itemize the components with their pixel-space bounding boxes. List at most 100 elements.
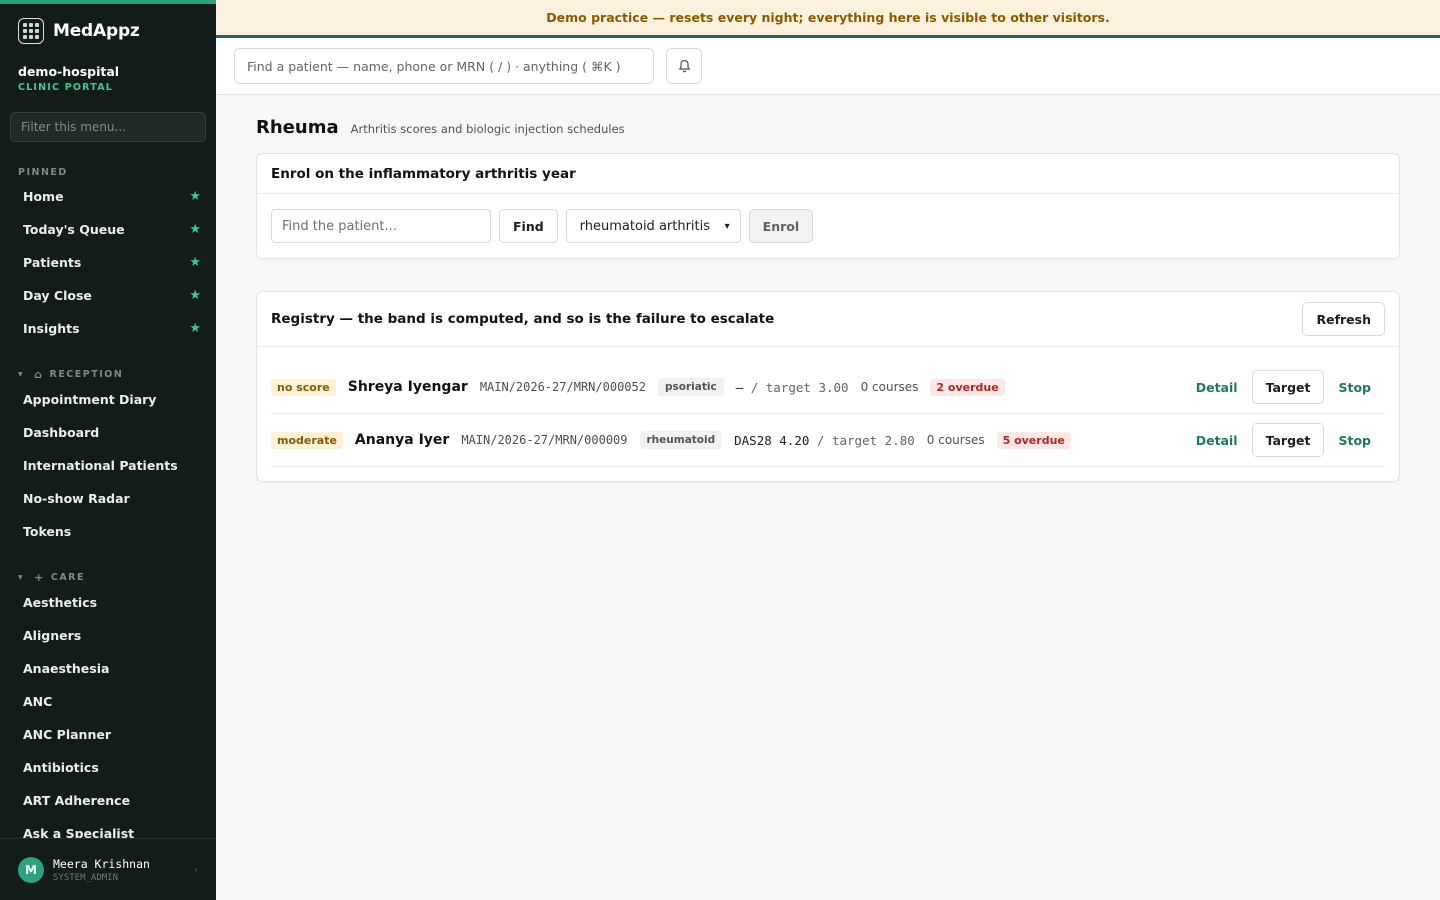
sidebar-item-label: Insights xyxy=(23,321,80,336)
stop-link[interactable]: Stop xyxy=(1324,380,1385,395)
row-actions: Detail Target Stop xyxy=(1182,423,1385,457)
pinned-list: Home ★ Today's Queue ★ Patients ★ Day Cl… xyxy=(0,180,216,345)
reception-list: Appointment Diary Dashboard Internationa… xyxy=(0,383,216,548)
band-badge: moderate xyxy=(271,431,343,449)
star-icon[interactable]: ★ xyxy=(189,288,201,303)
sidebar-item-label: Appointment Diary xyxy=(23,392,157,407)
star-icon[interactable]: ★ xyxy=(189,255,201,270)
sidebar-item-label: Home xyxy=(23,189,64,204)
sidebar-item-label: ART Adherence xyxy=(23,793,131,808)
table-row: no score Shreya Iyengar MAIN/2026-27/MRN… xyxy=(271,361,1385,414)
sidebar: MedAppz demo-hospital CLINIC PORTAL Filt… xyxy=(0,0,216,900)
bell-icon xyxy=(678,59,690,73)
tenant: demo-hospital CLINIC PORTAL xyxy=(0,58,216,93)
plus-icon: + xyxy=(34,571,45,584)
current-score: DAS28 4.20 xyxy=(734,432,810,448)
sidebar-item-aligners[interactable]: Aligners xyxy=(0,619,216,652)
home-icon: ⌂ xyxy=(34,368,44,381)
sidebar-item-label: Day Close xyxy=(23,288,92,303)
menu-filter-placeholder: Filter this menu... xyxy=(21,120,126,134)
page-subtitle: Arthritis scores and biologic injection … xyxy=(350,122,625,136)
sidebar-item-label: ANC xyxy=(23,694,53,709)
page-header: Rheuma Arthritis scores and biologic inj… xyxy=(256,117,1400,138)
chevron-down-icon: ▾ xyxy=(724,220,730,232)
avatar: M xyxy=(18,856,44,883)
user-name: Meera Krishnan xyxy=(53,856,150,871)
target-score: / target 2.80 xyxy=(816,432,915,448)
current-score: — xyxy=(735,379,744,395)
condition-select[interactable]: rheumatoid arthritis ▾ xyxy=(565,209,741,243)
patient-mrn: MAIN/2026-27/MRN/000009 xyxy=(461,433,628,447)
app-logo-icon xyxy=(18,18,44,44)
notifications-button[interactable] xyxy=(666,48,702,84)
detail-link[interactable]: Detail xyxy=(1182,433,1252,448)
star-icon[interactable]: ★ xyxy=(189,321,201,336)
chevron-down-icon: ▼ xyxy=(18,574,25,581)
sidebar-item-no-show-radar[interactable]: No-show Radar xyxy=(0,482,216,515)
arthritis-type-chip: rheumatoid xyxy=(639,431,723,449)
enrol-form: Find the patient... Find rheumatoid arth… xyxy=(257,194,1399,258)
star-icon[interactable]: ★ xyxy=(189,189,201,204)
menu-filter-input[interactable]: Filter this menu... xyxy=(10,112,206,142)
sidebar-item-tokens[interactable]: Tokens xyxy=(0,515,216,548)
sidebar-item-label: International Patients xyxy=(23,458,178,473)
condition-selected-value: rheumatoid arthritis xyxy=(579,218,711,234)
enrol-button[interactable]: Enrol xyxy=(748,209,814,243)
tenant-subtitle: CLINIC PORTAL xyxy=(18,82,114,93)
care-section-toggle[interactable]: ▼ + CARE xyxy=(0,571,216,584)
pinned-section-label: PINNED xyxy=(18,167,68,178)
brand[interactable]: MedAppz xyxy=(0,4,216,58)
band-badge: no score xyxy=(271,378,336,396)
registry-card: Registry — the band is computed, and so … xyxy=(256,291,1400,482)
patient-search-input[interactable]: Find a patient — name, phone or MRN ( / … xyxy=(234,48,654,84)
detail-link[interactable]: Detail xyxy=(1182,380,1252,395)
stop-link[interactable]: Stop xyxy=(1324,433,1385,448)
sidebar-item-antibiotics[interactable]: Antibiotics xyxy=(0,751,216,784)
registry-card-title: Registry — the band is computed, and so … xyxy=(271,311,775,327)
sidebar-item-label: Today's Queue xyxy=(23,222,125,237)
user-role: SYSTEM_ADMIN xyxy=(53,872,119,883)
sidebar-item-anc-planner[interactable]: ANC Planner xyxy=(0,718,216,751)
sidebar-item-anc[interactable]: ANC xyxy=(0,685,216,718)
sidebar-item-day-close[interactable]: Day Close ★ xyxy=(0,279,216,312)
page-title: Rheuma xyxy=(256,117,339,138)
enrol-patient-input[interactable]: Find the patient... xyxy=(271,209,491,243)
sidebar-item-todays-queue[interactable]: Today's Queue ★ xyxy=(0,213,216,246)
target-button[interactable]: Target xyxy=(1251,370,1325,404)
sidebar-item-patients[interactable]: Patients ★ xyxy=(0,246,216,279)
target-button[interactable]: Target xyxy=(1251,423,1325,457)
sidebar-item-insights[interactable]: Insights ★ xyxy=(0,312,216,345)
sidebar-item-appointment-diary[interactable]: Appointment Diary xyxy=(0,383,216,416)
star-icon[interactable]: ★ xyxy=(189,222,201,237)
overdue-badge: 5 overdue xyxy=(996,431,1071,449)
reception-section-toggle[interactable]: ▼ ⌂ RECEPTION xyxy=(0,368,216,381)
courses-count: 0 courses xyxy=(860,380,919,394)
chevron-down-icon: ▼ xyxy=(18,371,25,378)
demo-banner: Demo practice — resets every night; ever… xyxy=(216,0,1440,38)
sidebar-item-home[interactable]: Home ★ xyxy=(0,180,216,213)
sidebar-item-label: Anaesthesia xyxy=(23,661,110,676)
sidebar-item-anaesthesia[interactable]: Anaesthesia xyxy=(0,652,216,685)
sidebar-item-label: Antibiotics xyxy=(23,760,99,775)
patient-mrn: MAIN/2026-27/MRN/000052 xyxy=(479,380,646,394)
sidebar-item-dashboard[interactable]: Dashboard xyxy=(0,416,216,449)
registry-list: no score Shreya Iyengar MAIN/2026-27/MRN… xyxy=(257,347,1399,467)
refresh-button[interactable]: Refresh xyxy=(1302,302,1385,336)
enrol-card: Enrol on the inflammatory arthritis year… xyxy=(256,153,1400,259)
patient-name: Shreya Iyengar xyxy=(347,379,468,395)
sidebar-item-international-patients[interactable]: International Patients xyxy=(0,449,216,482)
demo-banner-text: Demo practice — resets every night; ever… xyxy=(546,10,1110,25)
main-content: Rheuma Arthritis scores and biologic inj… xyxy=(256,95,1400,482)
user-menu[interactable]: M Meera Krishnan SYSTEM_ADMIN › xyxy=(0,838,216,900)
chevron-right-icon: › xyxy=(194,865,198,874)
sidebar-item-art-adherence[interactable]: ART Adherence xyxy=(0,784,216,817)
sidebar-item-label: No-show Radar xyxy=(23,491,130,506)
sidebar-item-label: Aligners xyxy=(23,628,82,643)
courses-count: 0 courses xyxy=(926,433,985,447)
sidebar-item-label: Aesthetics xyxy=(23,595,98,610)
app-name: MedAppz xyxy=(53,21,140,41)
user-info: Meera Krishnan SYSTEM_ADMIN xyxy=(53,857,150,883)
topbar: Find a patient — name, phone or MRN ( / … xyxy=(216,38,1440,95)
find-button[interactable]: Find xyxy=(499,209,558,243)
sidebar-item-aesthetics[interactable]: Aesthetics xyxy=(0,586,216,619)
